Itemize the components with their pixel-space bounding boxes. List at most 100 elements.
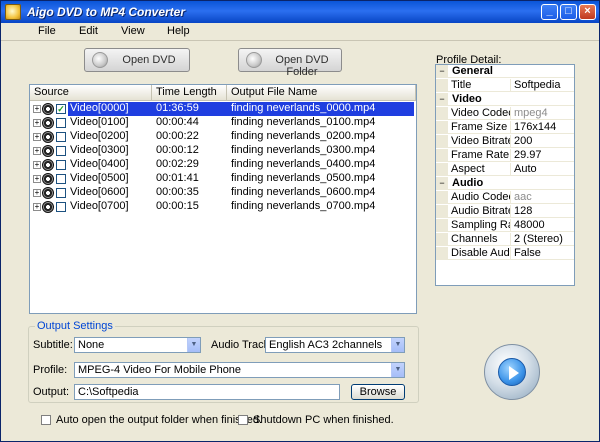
output-path-input[interactable]: C:\Softpedia	[74, 384, 340, 400]
category-label: Audio	[452, 177, 484, 189]
property-value[interactable]: Softpedia	[514, 79, 572, 92]
menu-help[interactable]: Help	[167, 25, 190, 37]
dropdown-arrow-icon[interactable]: ▼	[187, 338, 200, 352]
subtitle-value: None	[78, 339, 105, 351]
close-button[interactable]: ×	[579, 4, 596, 20]
category-label: General	[452, 65, 493, 77]
property-gutter	[436, 121, 448, 134]
collapse-icon[interactable]: −	[436, 177, 448, 190]
expand-icon[interactable]: +	[33, 203, 41, 211]
source-cell: Video[0200]	[70, 130, 129, 142]
table-row[interactable]: + ✓ Video[0000] 01:36:59 finding neverlands_…	[30, 102, 416, 116]
column-header-source[interactable]: Source	[30, 85, 152, 101]
property-row[interactable]: Audio Codec aac	[436, 191, 574, 204]
disc-icon	[42, 117, 54, 129]
property-gutter	[436, 233, 448, 246]
open-dvd-folder-button[interactable]: Open DVD Folder	[238, 48, 342, 78]
row-checkbox[interactable]	[56, 132, 66, 142]
property-value[interactable]: 48000	[514, 219, 572, 232]
property-row[interactable]: Disable AudioFalse	[436, 247, 574, 260]
property-gutter	[436, 135, 448, 148]
minimize-button[interactable]: _	[541, 4, 558, 20]
expand-icon[interactable]: +	[33, 119, 41, 127]
shutdown-checkbox[interactable]	[238, 415, 248, 425]
expand-icon[interactable]: +	[33, 175, 41, 183]
property-value[interactable]: mpeg4	[514, 107, 572, 120]
property-row[interactable]: Title Softpedia	[436, 79, 574, 92]
table-row[interactable]: + Video[0200] 00:00:22 finding neverlands_0…	[30, 130, 416, 144]
menu-file[interactable]: File	[38, 25, 56, 37]
property-category[interactable]: − Video	[436, 93, 574, 106]
property-row[interactable]: Audio Bitrate 128	[436, 205, 574, 218]
property-name: Sampling Rate	[451, 219, 511, 232]
property-row[interactable]: Video Codec mpeg4	[436, 107, 574, 120]
shutdown-option[interactable]: Shutdown PC when finished.	[238, 414, 394, 427]
title-bar[interactable]: Aigo DVD to MP4 Converter _ □ ×	[1, 1, 599, 23]
property-row[interactable]: Frame Size 176x144	[436, 121, 574, 134]
auto-open-checkbox[interactable]	[41, 415, 51, 425]
expand-icon[interactable]: +	[33, 161, 41, 169]
convert-start-button[interactable]	[484, 344, 540, 400]
property-value[interactable]: 176x144	[514, 121, 572, 134]
property-row[interactable]: Aspect Auto	[436, 163, 574, 176]
table-row[interactable]: + Video[0700] 00:00:15 finding neverlands_0…	[30, 200, 416, 214]
output-file-name-cell: finding neverlands_0300.mp4	[231, 144, 376, 156]
audio-track-label: Audio Track:	[211, 339, 273, 351]
expand-icon[interactable]: +	[33, 133, 41, 141]
menu-edit[interactable]: Edit	[79, 25, 98, 37]
property-value[interactable]: aac	[514, 191, 572, 204]
row-checkbox[interactable]: ✓	[56, 104, 66, 114]
column-header-time-length[interactable]: Time Length	[152, 85, 227, 101]
expand-icon[interactable]: +	[33, 105, 41, 113]
row-checkbox[interactable]	[56, 118, 66, 128]
expand-icon[interactable]: +	[33, 189, 41, 197]
collapse-icon[interactable]: −	[436, 93, 448, 106]
property-row[interactable]: Video Bitrate 200	[436, 135, 574, 148]
profile-detail-grid[interactable]: − General Title Softpedia − Video Video Codec m…	[435, 64, 575, 286]
table-row[interactable]: + Video[0400] 00:02:29 finding neverlands_0…	[30, 158, 416, 172]
property-category[interactable]: − General	[436, 65, 574, 78]
auto-open-option[interactable]: Auto open the output folder when finishe…	[41, 414, 262, 427]
add-icon	[92, 52, 108, 68]
property-name: Frame Size	[451, 121, 511, 134]
row-checkbox[interactable]	[56, 202, 66, 212]
table-row[interactable]: + Video[0500] 00:01:41 finding neverlands_0…	[30, 172, 416, 186]
time-length-cell: 00:01:41	[156, 172, 199, 184]
table-row[interactable]: + Video[0300] 00:00:12 finding neverlands_0…	[30, 144, 416, 158]
title-list[interactable]: Source Time Length Output File Name + ✓ Vi…	[29, 84, 417, 314]
property-value[interactable]: 200	[514, 135, 572, 148]
shutdown-label: Shutdown PC when finished.	[253, 414, 394, 426]
property-row[interactable]: Channels 2 (Stereo)	[436, 233, 574, 246]
row-checkbox[interactable]	[56, 188, 66, 198]
property-value[interactable]: 2 (Stereo)	[514, 233, 572, 246]
table-row[interactable]: + Video[0100] 00:00:44 finding neverlands_0…	[30, 116, 416, 130]
property-row[interactable]: Sampling Rate48000	[436, 219, 574, 232]
table-row[interactable]: + Video[0600] 00:00:35 finding neverlands_0…	[30, 186, 416, 200]
source-cell: Video[0600]	[70, 186, 129, 198]
property-value[interactable]: Auto	[514, 163, 572, 176]
audio-track-select[interactable]: English AC3 2channels ▼	[265, 337, 405, 353]
subtitle-select[interactable]: None ▼	[74, 337, 201, 353]
property-name: Aspect	[451, 163, 511, 176]
property-value[interactable]: 29.97	[514, 149, 572, 162]
property-category[interactable]: − Audio	[436, 177, 574, 190]
row-checkbox[interactable]	[56, 174, 66, 184]
profile-value: MPEG-4 Video For Mobile Phone	[78, 364, 242, 376]
property-row[interactable]: Frame Rate 29.97	[436, 149, 574, 162]
dropdown-arrow-icon[interactable]: ▼	[391, 363, 404, 377]
source-cell: Video[0000]	[70, 102, 129, 114]
property-value[interactable]: False	[514, 247, 572, 260]
dropdown-arrow-icon[interactable]: ▼	[391, 338, 404, 352]
maximize-button[interactable]: □	[560, 4, 577, 20]
property-value[interactable]: 128	[514, 205, 572, 218]
browse-button[interactable]: Browse	[351, 384, 405, 400]
row-checkbox[interactable]	[56, 160, 66, 170]
row-checkbox[interactable]	[56, 146, 66, 156]
collapse-icon[interactable]: −	[436, 65, 448, 78]
open-dvd-button[interactable]: Open DVD	[84, 48, 190, 72]
column-header-output-file-name[interactable]: Output File Name	[227, 85, 416, 101]
time-length-cell: 00:00:44	[156, 116, 199, 128]
profile-select[interactable]: MPEG-4 Video For Mobile Phone ▼	[74, 362, 405, 378]
menu-view[interactable]: View	[121, 25, 145, 37]
expand-icon[interactable]: +	[33, 147, 41, 155]
